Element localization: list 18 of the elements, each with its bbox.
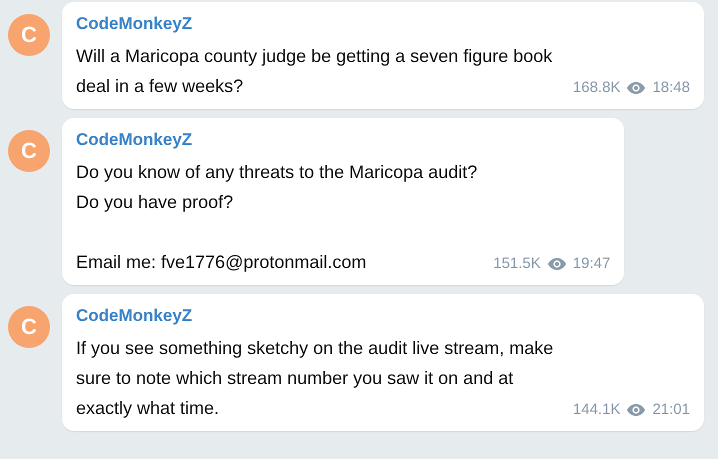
- eye-icon: [626, 403, 646, 417]
- view-count: 168.8K: [572, 78, 620, 98]
- message-time: 21:01: [652, 400, 690, 420]
- view-count: 144.1K: [572, 400, 620, 420]
- avatar[interactable]: C: [8, 130, 50, 172]
- eye-icon: [626, 81, 646, 95]
- author-name[interactable]: CodeMonkeyZ: [76, 303, 690, 329]
- avatar[interactable]: C: [8, 306, 50, 348]
- author-name[interactable]: CodeMonkeyZ: [76, 11, 690, 37]
- message-text: Will a Maricopa county judge be getting a seven figure book deal in a few weeks?: [76, 45, 554, 98]
- author-name[interactable]: CodeMonkeyZ: [76, 127, 610, 153]
- message-text: If you see something sketchy on the audit live stream, make sure to note which stream number you saw it on and at exactly what time.: [76, 337, 554, 420]
- eye-icon: [546, 257, 567, 271]
- avatar[interactable]: C: [8, 14, 50, 56]
- message-text: Do you know of any threats to the Maricopa audit? Do you have proof? Email me: fve1776@protonmail.com: [76, 161, 478, 274]
- view-count: 151.5K: [493, 254, 541, 274]
- message-time: 19:47: [572, 254, 610, 274]
- message-time: 18:48: [652, 78, 690, 98]
